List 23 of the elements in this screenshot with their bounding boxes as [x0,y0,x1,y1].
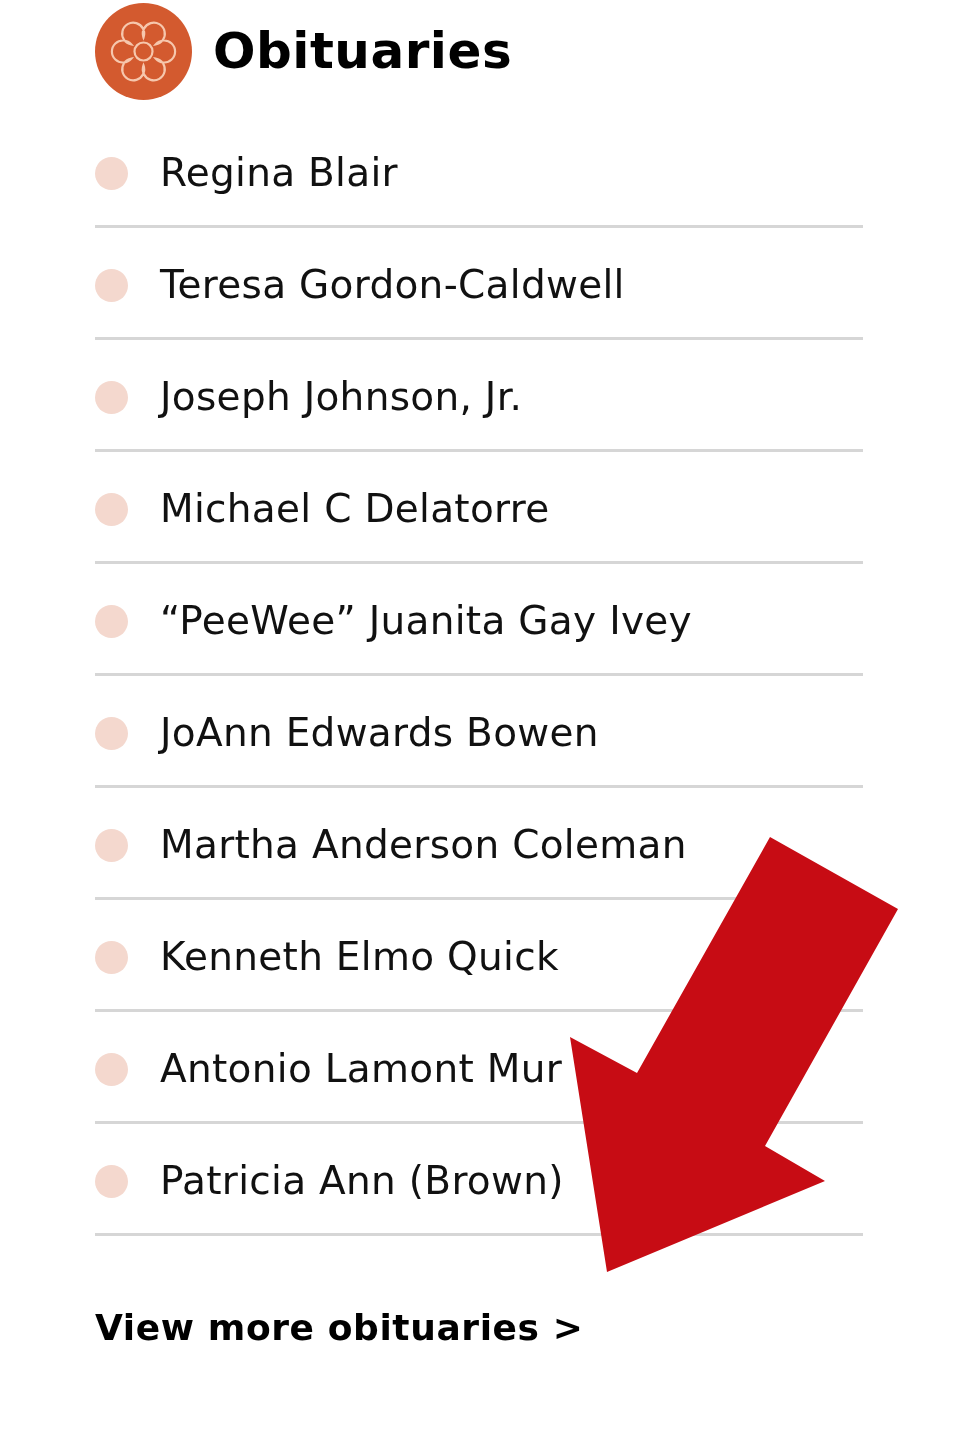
flower-logo-icon [95,3,192,100]
bullet-icon [95,269,128,302]
bullet-icon [95,941,128,974]
bullet-icon [95,1053,128,1086]
bullet-icon [95,381,128,414]
obituary-link[interactable]: Antonio Lamont Mur [160,1046,563,1093]
bullet-icon [95,157,128,190]
obituary-link[interactable]: Regina Blair [160,150,398,197]
section-title: Obituaries [213,24,513,79]
obituary-link[interactable]: Joseph Johnson, Jr. [160,374,523,421]
bullet-icon [95,829,128,862]
obituary-link[interactable]: JoAnn Edwards Bowen [160,710,599,757]
obituary-link[interactable]: Kenneth Elmo Quick [160,934,559,981]
bullet-icon [95,717,128,750]
view-more-link[interactable]: View more obituaries > [95,1306,584,1350]
obituary-link[interactable]: Teresa Gordon-Caldwell [160,262,625,309]
bullet-icon [95,605,128,638]
obituary-link[interactable]: Patricia Ann (Brown) [160,1158,564,1205]
obituary-link[interactable]: Michael C Delatorre [160,486,550,533]
bullet-icon [95,1165,128,1198]
obituary-link[interactable]: “PeeWee” Juanita Gay Ivey [160,598,692,645]
bullet-icon [95,493,128,526]
obituary-link[interactable]: Martha Anderson Coleman [160,822,687,869]
